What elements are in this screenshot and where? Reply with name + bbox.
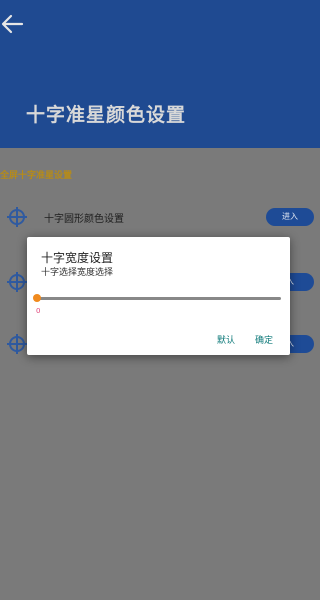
width-settings-dialog: 十字宽度设置 十字选择宽度选择 0 默认 确定 bbox=[27, 237, 290, 355]
default-button[interactable]: 默认 bbox=[217, 333, 235, 346]
width-slider-track[interactable] bbox=[36, 297, 281, 300]
width-slider-thumb[interactable] bbox=[33, 294, 41, 302]
confirm-button[interactable]: 确定 bbox=[255, 333, 273, 346]
dialog-subtitle: 十字选择宽度选择 bbox=[41, 268, 114, 278]
dialog-title: 十字宽度设置 bbox=[41, 251, 114, 265]
slider-value: 0 bbox=[36, 307, 41, 315]
